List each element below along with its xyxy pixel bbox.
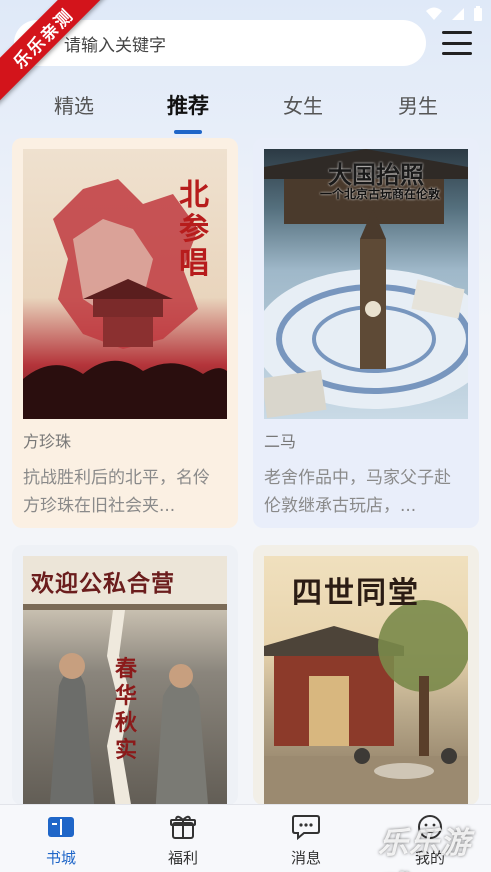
watermark: 乐乐游戏 xyxy=(378,826,471,872)
book-description: 抗战胜利后的北平，名伶方珍珠在旧社会夹... xyxy=(23,468,210,516)
status-bar xyxy=(425,6,483,22)
nav-label: 福利 xyxy=(167,849,198,867)
cover-subtitle: 一个北京古玩商在伦敦 xyxy=(320,187,441,201)
book-cover: 欢迎公私合营 春华秋实 xyxy=(23,556,227,805)
wifi-icon xyxy=(426,7,442,20)
book-cover: 四世同堂 xyxy=(264,556,468,805)
gift-icon xyxy=(170,815,196,839)
book-author: 方珍珠 xyxy=(23,432,72,451)
cover-title: 北参唱 xyxy=(179,178,209,281)
nav-label: 书城 xyxy=(45,849,76,867)
book-cover: 大国抬照 一个北京古玩商在伦敦 xyxy=(264,149,468,419)
book-card[interactable]: 四世同堂 xyxy=(253,545,479,805)
search-input[interactable]: 请输入关键字 xyxy=(14,20,426,66)
cover-title: 欢迎公私合营 xyxy=(31,570,175,597)
battery-icon xyxy=(474,6,482,21)
book-card[interactable]: 欢迎公私合营 春华秋实 xyxy=(12,545,238,805)
tab-male[interactable]: 男生 xyxy=(378,90,458,119)
book-author: 二马 xyxy=(264,432,297,451)
book-card[interactable]: 大国抬照 一个北京古玩商在伦敦 二马 老舍作品中，马家父子赴伦敦继承古玩店，..… xyxy=(253,138,479,528)
book-description: 老舍作品中，马家父子赴伦敦继承古玩店，... xyxy=(264,468,451,516)
book-icon xyxy=(48,817,74,837)
tab-recommended[interactable]: 推荐 xyxy=(148,90,228,120)
tab-female[interactable]: 女生 xyxy=(263,90,343,119)
nav-label: 消息 xyxy=(290,849,321,867)
cover-subtitle: 春华秋实 xyxy=(115,656,138,763)
tab-featured[interactable]: 精选 xyxy=(34,90,114,119)
signal-icon xyxy=(452,8,464,20)
search-placeholder: 请输入关键字 xyxy=(64,35,166,56)
nav-bookstore[interactable]: 书城 xyxy=(21,813,101,868)
book-cover: 北参唱 xyxy=(23,149,227,419)
menu-icon[interactable] xyxy=(442,31,472,55)
nav-messages[interactable]: 消息 xyxy=(266,813,346,868)
book-card[interactable]: 北参唱 方珍珠 抗战胜利后的北平，名伶方珍珠在旧社会夹... xyxy=(12,138,238,528)
message-icon xyxy=(292,815,320,840)
category-tabs: 精选 推荐 女生 男生 xyxy=(0,90,491,138)
nav-welfare[interactable]: 福利 xyxy=(143,813,223,868)
active-tab-indicator xyxy=(174,130,202,134)
cover-title: 四世同堂 xyxy=(292,576,420,611)
